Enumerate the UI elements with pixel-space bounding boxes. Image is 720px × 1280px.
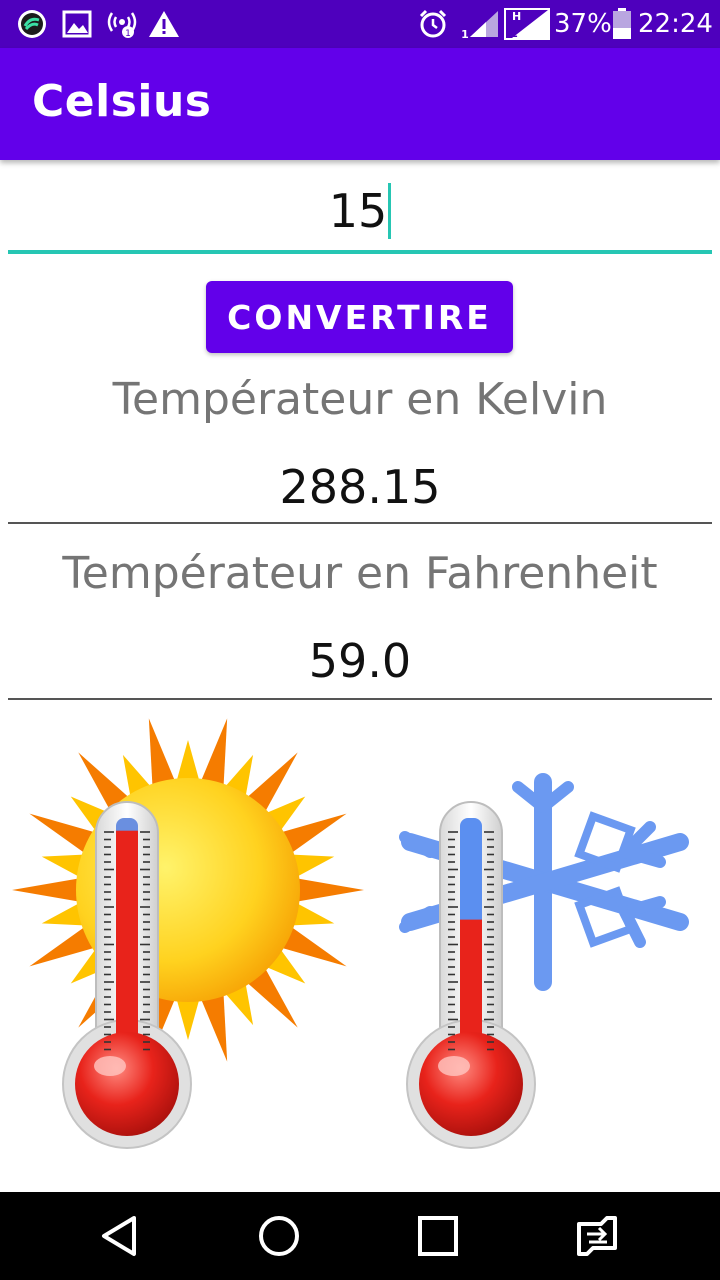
fahrenheit-value: 59.0 bbox=[308, 634, 412, 688]
app-bar: Celsius bbox=[0, 48, 720, 160]
status-bar: 1 1 H 2 37% 22:24 bbox=[0, 0, 720, 48]
fahrenheit-divider bbox=[8, 698, 712, 700]
fahrenheit-label: Températeur en Fahrenheit bbox=[62, 548, 658, 599]
app-notification-icon bbox=[16, 8, 48, 40]
sun-icon bbox=[12, 718, 364, 1062]
navigation-bar bbox=[0, 1192, 720, 1280]
svg-text:2: 2 bbox=[511, 29, 518, 40]
celsius-input[interactable]: 15 bbox=[8, 172, 712, 254]
text-cursor bbox=[388, 183, 392, 239]
celsius-input-value[interactable]: 15 bbox=[329, 184, 388, 238]
gallery-icon bbox=[62, 8, 92, 40]
home-icon[interactable] bbox=[249, 1206, 309, 1266]
kelvin-label: Températeur en Kelvin bbox=[112, 374, 608, 425]
warning-icon bbox=[148, 8, 180, 40]
signal-sim1-icon: 1 bbox=[460, 8, 500, 40]
alarm-icon bbox=[418, 8, 448, 40]
page-title: Celsius bbox=[32, 76, 212, 127]
battery-icon bbox=[612, 8, 632, 40]
signal-sim2-icon: H 2 bbox=[504, 8, 550, 40]
recents-icon[interactable] bbox=[408, 1206, 468, 1266]
back-icon[interactable] bbox=[90, 1206, 150, 1266]
hotspot-icon: 1 bbox=[104, 8, 140, 40]
kelvin-value: 288.15 bbox=[279, 460, 441, 514]
convert-button[interactable]: CONVERTIRE bbox=[206, 281, 513, 353]
switch-sim-icon[interactable] bbox=[567, 1206, 627, 1266]
thermometer-illustration bbox=[12, 718, 689, 1149]
battery-percent: 37% bbox=[554, 9, 612, 39]
svg-text:H: H bbox=[512, 10, 521, 23]
svg-text:1: 1 bbox=[461, 28, 469, 39]
clock: 22:24 bbox=[638, 9, 713, 39]
svg-text:1: 1 bbox=[125, 29, 131, 39]
kelvin-divider bbox=[8, 522, 712, 524]
